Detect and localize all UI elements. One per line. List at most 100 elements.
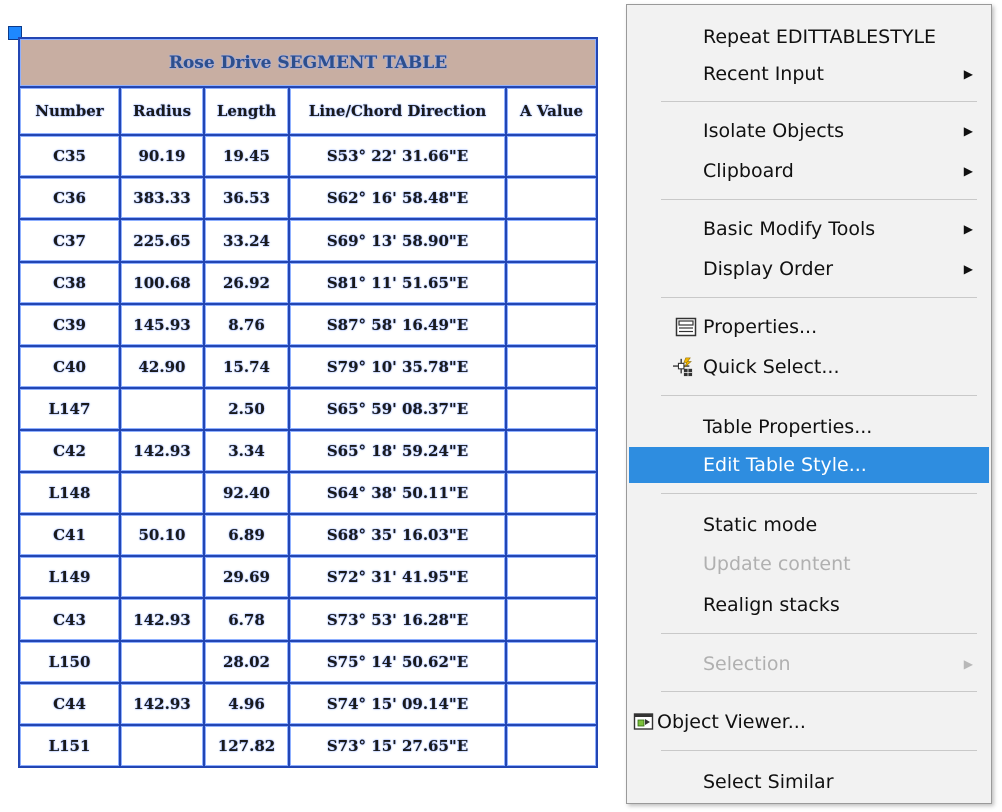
table-row[interactable]: L148 92.40 S64° 38' 50.11"E (18, 471, 599, 516)
cell-a-value[interactable] (504, 344, 599, 389)
cell-radius[interactable] (119, 723, 205, 769)
cell-a-value[interactable] (504, 429, 599, 474)
cell-length[interactable]: 2.50 (203, 386, 290, 432)
cell-direction[interactable]: S53° 22' 31.66"E (288, 134, 507, 179)
table-row[interactable]: L150 28.02 S75° 14' 50.62"E (18, 639, 599, 684)
cell-number[interactable]: L147 (18, 386, 121, 432)
cell-radius[interactable] (119, 639, 205, 684)
cell-radius[interactable] (119, 555, 205, 600)
cell-length[interactable]: 6.78 (203, 597, 290, 642)
cell-direction[interactable]: S62° 16' 58.48"E (288, 176, 507, 221)
cell-a-value[interactable] (504, 386, 599, 432)
cell-a-value[interactable] (504, 134, 599, 179)
cell-number[interactable]: L150 (18, 639, 121, 684)
menu-item-select-similar[interactable]: Select Similar (629, 764, 989, 800)
cell-number[interactable]: C43 (18, 597, 121, 642)
cell-radius[interactable]: 142.93 (119, 681, 205, 726)
cell-direction[interactable]: S68° 35' 16.03"E (288, 513, 507, 558)
cell-number[interactable]: C40 (18, 344, 121, 389)
cell-a-value[interactable] (504, 681, 599, 726)
cell-radius[interactable] (119, 386, 205, 432)
cell-number[interactable]: C41 (18, 513, 121, 558)
cell-direction[interactable]: S65° 18' 59.24"E (288, 429, 507, 474)
cell-a-value[interactable] (504, 597, 599, 642)
cell-direction[interactable]: S87° 58' 16.49"E (288, 302, 507, 347)
cell-a-value[interactable] (504, 260, 599, 305)
cell-number[interactable]: C42 (18, 429, 121, 474)
table-row[interactable]: L147 2.50 S65° 59' 08.37"E (18, 386, 599, 432)
cell-a-value[interactable] (504, 513, 599, 558)
cell-number[interactable]: C35 (18, 134, 121, 179)
table-row[interactable]: C43 142.93 6.78 S73° 53' 16.28"E (18, 597, 599, 642)
cell-number[interactable]: L148 (18, 471, 121, 516)
cell-direction[interactable]: S74° 15' 09.14"E (288, 681, 507, 726)
cell-a-value[interactable] (504, 176, 599, 221)
menu-item-basic-modify-tools[interactable]: Basic Modify Tools ▶ (629, 211, 989, 247)
cell-radius[interactable]: 90.19 (119, 134, 205, 179)
cell-length[interactable]: 26.92 (203, 260, 290, 305)
cell-length[interactable]: 36.53 (203, 176, 290, 221)
cell-number[interactable]: C36 (18, 176, 121, 221)
menu-item-table-properties[interactable]: Table Properties... (629, 409, 989, 445)
table-row[interactable]: C40 42.90 15.74 S79° 10' 35.78"E (18, 344, 599, 389)
cell-length[interactable]: 3.34 (203, 429, 290, 474)
table-row[interactable]: C39 145.93 8.76 S87° 58' 16.49"E (18, 302, 599, 347)
cell-radius[interactable] (119, 471, 205, 516)
cell-number[interactable]: L151 (18, 723, 121, 769)
cell-length[interactable]: 6.89 (203, 513, 290, 558)
menu-item-recent-input[interactable]: Recent Input ▶ (629, 56, 989, 92)
table-row[interactable]: C42 142.93 3.34 S65° 18' 59.24"E (18, 429, 599, 474)
cell-radius[interactable]: 42.90 (119, 344, 205, 389)
segment-table[interactable]: Rose Drive SEGMENT TABLE Number Radius L… (17, 36, 599, 769)
menu-item-isolate-objects[interactable]: Isolate Objects ▶ (629, 113, 989, 149)
cell-number[interactable]: C44 (18, 681, 121, 726)
cell-direction[interactable]: S65° 59' 08.37"E (288, 386, 507, 432)
cell-length[interactable]: 33.24 (203, 218, 290, 263)
cell-direction[interactable]: S81° 11' 51.65"E (288, 260, 507, 305)
cell-direction[interactable]: S69° 13' 58.90"E (288, 218, 507, 263)
menu-item-static-mode[interactable]: Static mode (629, 507, 989, 543)
cell-number[interactable]: C37 (18, 218, 121, 263)
cell-length[interactable]: 29.69 (203, 555, 290, 600)
cell-radius[interactable]: 145.93 (119, 302, 205, 347)
cell-a-value[interactable] (504, 555, 599, 600)
cell-radius[interactable]: 383.33 (119, 176, 205, 221)
menu-item-clipboard[interactable]: Clipboard ▶ (629, 153, 989, 189)
cell-a-value[interactable] (504, 639, 599, 684)
menu-item-quick-select[interactable]: Quick Select... (629, 349, 989, 385)
cell-number[interactable]: C38 (18, 260, 121, 305)
cell-radius[interactable]: 225.65 (119, 218, 205, 263)
table-row[interactable]: L149 29.69 S72° 31' 41.95"E (18, 555, 599, 600)
table-row[interactable]: C44 142.93 4.96 S74° 15' 09.14"E (18, 681, 599, 726)
cell-a-value[interactable] (504, 723, 599, 769)
menu-item-object-viewer[interactable]: Object Viewer... (629, 704, 989, 740)
cell-direction[interactable]: S73° 53' 16.28"E (288, 597, 507, 642)
menu-item-display-order[interactable]: Display Order ▶ (629, 251, 989, 287)
cell-direction[interactable]: S75° 14' 50.62"E (288, 639, 507, 684)
cell-length[interactable]: 127.82 (203, 723, 290, 769)
menu-item-edit-table-style[interactable]: Edit Table Style... (629, 447, 989, 483)
cell-a-value[interactable] (504, 218, 599, 263)
table-row[interactable]: L151 127.82 S73° 15' 27.65"E (18, 723, 599, 769)
cell-direction[interactable]: S72° 31' 41.95"E (288, 555, 507, 600)
cell-radius[interactable]: 142.93 (119, 597, 205, 642)
menu-item-repeat-edittablestyle[interactable]: Repeat EDITTABLESTYLE (629, 19, 989, 55)
cell-direction[interactable]: S79° 10' 35.78"E (288, 344, 507, 389)
cell-length[interactable]: 8.76 (203, 302, 290, 347)
cell-radius[interactable]: 100.68 (119, 260, 205, 305)
table-row[interactable]: C37 225.65 33.24 S69° 13' 58.90"E (18, 218, 599, 263)
cell-length[interactable]: 19.45 (203, 134, 290, 179)
table-row[interactable]: C36 383.33 36.53 S62° 16' 58.48"E (18, 176, 599, 221)
cell-radius[interactable]: 142.93 (119, 429, 205, 474)
cell-length[interactable]: 15.74 (203, 344, 290, 389)
cell-length[interactable]: 92.40 (203, 471, 290, 516)
menu-item-properties[interactable]: Properties... (629, 309, 989, 345)
cell-number[interactable]: L149 (18, 555, 121, 600)
table-row[interactable]: C35 90.19 19.45 S53° 22' 31.66"E (18, 134, 599, 179)
cell-radius[interactable]: 50.10 (119, 513, 205, 558)
cell-a-value[interactable] (504, 471, 599, 516)
table-row[interactable]: C41 50.10 6.89 S68° 35' 16.03"E (18, 513, 599, 558)
cell-direction[interactable]: S73° 15' 27.65"E (288, 723, 507, 769)
menu-item-realign-stacks[interactable]: Realign stacks (629, 587, 989, 623)
cell-a-value[interactable] (504, 302, 599, 347)
